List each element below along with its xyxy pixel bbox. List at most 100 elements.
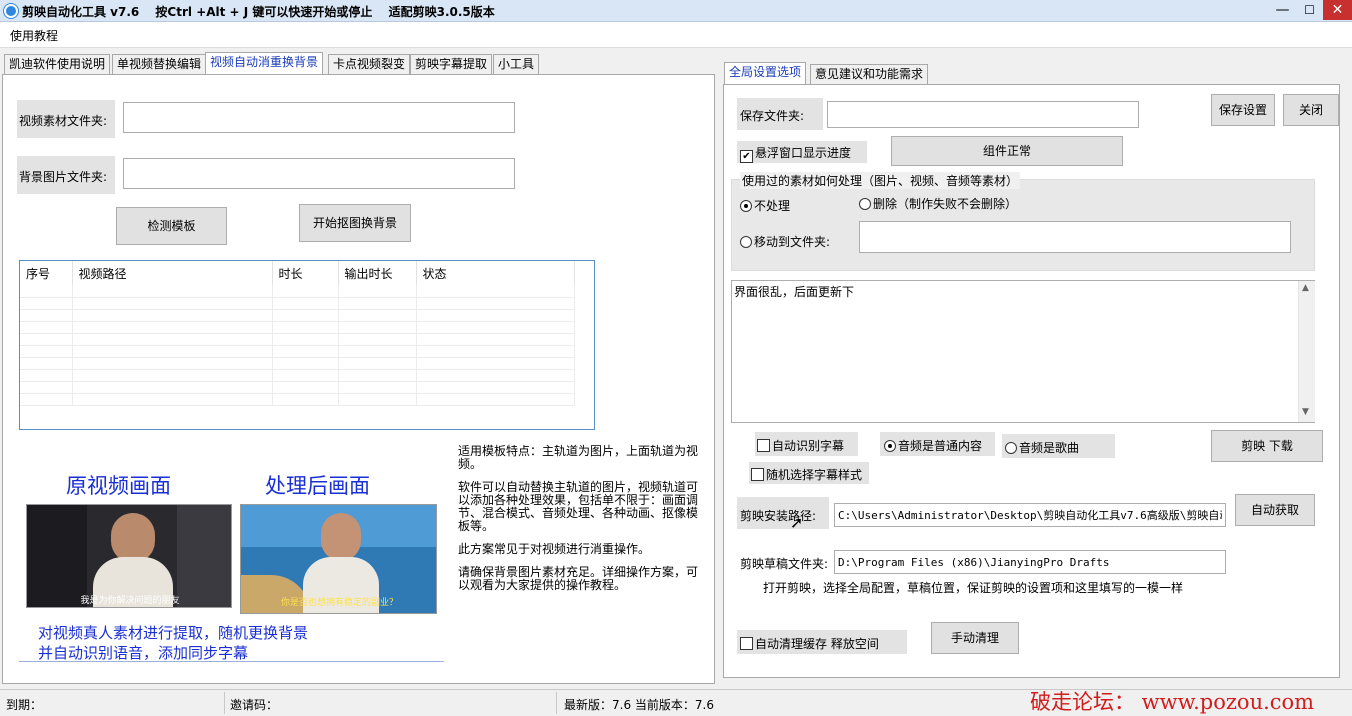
tab-feedback[interactable]: 意见建议和功能需求 (810, 64, 929, 85)
save-settings-button[interactable]: 保存设置 (1211, 94, 1275, 126)
radio-audio-song[interactable]: 音频是歌曲 (1005, 439, 1079, 456)
table-cell[interactable] (338, 333, 417, 346)
table-row[interactable] (20, 393, 575, 406)
table-cell[interactable] (416, 357, 575, 370)
table-cell[interactable] (272, 381, 339, 394)
float-progress-checkbox[interactable]: ✔ 悬浮窗口显示进度 (740, 144, 851, 163)
table-cell[interactable] (72, 333, 273, 346)
table-row[interactable] (20, 309, 575, 322)
table-cell[interactable] (416, 381, 575, 394)
bg-folder-input[interactable] (123, 158, 515, 189)
table-cell[interactable] (72, 381, 273, 394)
table-cell[interactable] (338, 297, 417, 310)
table-cell[interactable] (72, 309, 273, 322)
table-cell[interactable] (20, 393, 73, 406)
table-cell[interactable] (338, 393, 417, 406)
detect-template-button[interactable]: 检测模板 (116, 207, 227, 245)
table-row[interactable] (20, 345, 575, 358)
grid-header[interactable]: 时长 (272, 261, 339, 285)
grid-header[interactable]: 序号 (20, 261, 73, 285)
table-cell[interactable] (272, 309, 339, 322)
manual-clean-button[interactable]: 手动清理 (931, 622, 1019, 654)
save-folder-input[interactable] (827, 101, 1139, 128)
table-cell[interactable] (272, 321, 339, 334)
table-cell[interactable] (338, 345, 417, 358)
auto-subtitle-checkbox[interactable]: 自动识别字幕 (757, 437, 844, 454)
table-cell[interactable] (20, 381, 73, 394)
table-cell[interactable] (416, 345, 575, 358)
table-cell[interactable] (416, 309, 575, 322)
table-cell[interactable] (72, 321, 273, 334)
grid-header[interactable]: 视频路径 (72, 261, 273, 285)
table-cell[interactable] (272, 297, 339, 310)
table-cell[interactable] (272, 333, 339, 346)
table-cell[interactable] (272, 345, 339, 358)
move-folder-input[interactable] (859, 221, 1291, 253)
radio-delete[interactable]: 删除（制作失败不会删除） (859, 195, 1017, 212)
table-cell[interactable] (20, 357, 73, 370)
table-cell[interactable] (272, 357, 339, 370)
table-cell[interactable] (338, 369, 417, 382)
table-row[interactable] (20, 321, 575, 334)
table-cell[interactable] (72, 357, 273, 370)
tab-tools[interactable]: 小工具 (493, 54, 540, 75)
table-cell[interactable] (416, 333, 575, 346)
table-cell[interactable] (416, 393, 575, 406)
tab-beat-video-fission[interactable]: 卡点视频裂变 (328, 54, 411, 75)
table-cell[interactable] (272, 285, 339, 298)
log-scrollbar[interactable]: ▲ ▼ (1298, 281, 1315, 422)
tab-single-video-replace[interactable]: 单视频替换编辑 (112, 54, 207, 75)
scroll-down-icon[interactable]: ▼ (1302, 407, 1309, 417)
table-row[interactable] (20, 285, 575, 298)
table-cell[interactable] (72, 393, 273, 406)
close-button[interactable]: 关闭 (1283, 94, 1339, 126)
maximize-button[interactable]: ☐ (1296, 0, 1323, 20)
radio-move-folder[interactable]: 移动到文件夹: (740, 233, 830, 250)
install-path-input[interactable] (834, 503, 1226, 527)
table-cell[interactable] (72, 297, 273, 310)
video-grid[interactable]: 序号 视频路径 时长 输出时长 状态 (19, 260, 595, 430)
table-row[interactable] (20, 333, 575, 346)
table-cell[interactable] (338, 357, 417, 370)
tab-auto-dedupe-background[interactable]: 视频自动消重换背景 (205, 52, 324, 75)
start-matting-button[interactable]: 开始抠图换背景 (299, 204, 411, 242)
table-cell[interactable] (20, 309, 73, 322)
grid-header[interactable]: 状态 (416, 261, 575, 285)
menu-tutorial[interactable]: 使用教程 (10, 27, 58, 44)
table-cell[interactable] (338, 285, 417, 298)
table-cell[interactable] (416, 297, 575, 310)
table-cell[interactable] (20, 297, 73, 310)
table-cell[interactable] (416, 321, 575, 334)
table-cell[interactable] (72, 285, 273, 298)
auto-clean-checkbox[interactable]: 自动清理缓存 释放空间 (740, 635, 879, 652)
radio-audio-normal[interactable]: 音频是普通内容 (884, 437, 982, 454)
table-cell[interactable] (20, 321, 73, 334)
log-textarea[interactable]: 界面很乱，后面更新下 ▲ ▼ (731, 280, 1315, 423)
table-cell[interactable] (272, 369, 339, 382)
table-row[interactable] (20, 297, 575, 310)
component-status-button[interactable]: 组件正常 (891, 136, 1123, 166)
table-cell[interactable] (416, 369, 575, 382)
jianying-download-button[interactable]: 剪映 下载 (1211, 430, 1323, 462)
table-cell[interactable] (416, 285, 575, 298)
table-cell[interactable] (338, 321, 417, 334)
draft-folder-input[interactable] (834, 550, 1226, 574)
random-style-checkbox[interactable]: 随机选择字幕样式 (751, 466, 862, 483)
minimize-button[interactable]: — (1269, 0, 1296, 20)
table-row[interactable] (20, 381, 575, 394)
tab-subtitle-extract[interactable]: 剪映字幕提取 (410, 54, 493, 75)
table-cell[interactable] (338, 381, 417, 394)
tab-global-settings[interactable]: 全局设置选项 (724, 62, 807, 85)
table-cell[interactable] (20, 369, 73, 382)
table-cell[interactable] (272, 393, 339, 406)
close-window-button[interactable]: ✕ (1323, 0, 1352, 20)
table-cell[interactable] (20, 285, 73, 298)
grid-header[interactable]: 输出时长 (338, 261, 417, 285)
tab-kaidi-guide[interactable]: 凯迪软件使用说明 (4, 54, 111, 75)
table-cell[interactable] (20, 333, 73, 346)
table-cell[interactable] (72, 345, 273, 358)
table-cell[interactable] (20, 345, 73, 358)
table-row[interactable] (20, 369, 575, 382)
radio-no-process[interactable]: 不处理 (740, 197, 790, 214)
scroll-up-icon[interactable]: ▲ (1302, 283, 1309, 293)
